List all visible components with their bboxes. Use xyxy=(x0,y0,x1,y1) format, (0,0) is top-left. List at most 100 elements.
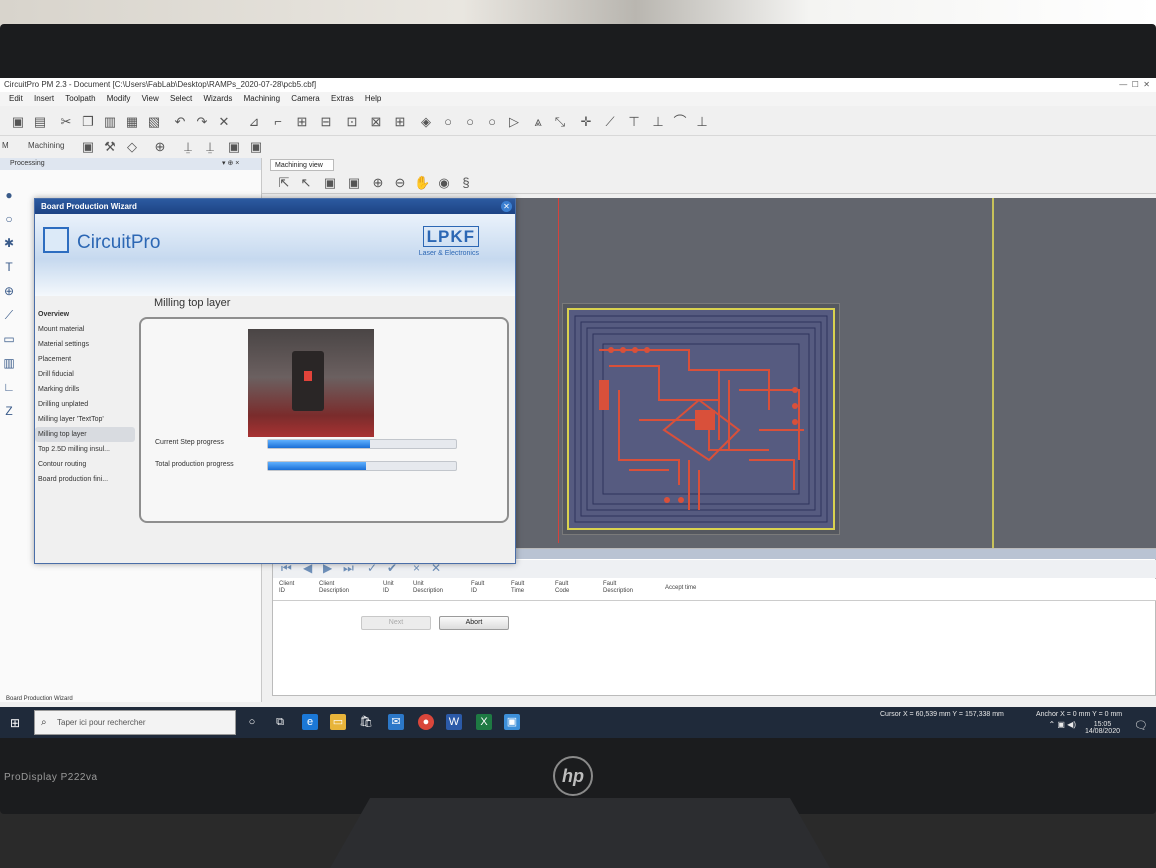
ellipse-tool-icon[interactable]: ○ xyxy=(0,212,18,236)
pointer-icon[interactable]: ⇱ xyxy=(276,175,292,191)
menu-select[interactable]: Select xyxy=(170,94,192,103)
cortana-icon[interactable]: ○ xyxy=(244,714,260,730)
next-button[interactable]: Next xyxy=(361,616,431,630)
menu-edit[interactable]: Edit xyxy=(9,94,23,103)
col-client-id[interactable]: Client ID xyxy=(279,581,294,595)
cut-icon[interactable]: ✂ xyxy=(58,114,74,130)
zoom-in-icon[interactable]: ⊕ xyxy=(370,175,386,191)
excel-icon[interactable]: X xyxy=(476,714,492,730)
zoom-tool-icon[interactable]: Z xyxy=(0,404,18,428)
corner-tool-icon[interactable]: ⌐ xyxy=(270,114,286,130)
notifications-icon[interactable]: 🗨 xyxy=(1134,719,1148,732)
step-contour-routing[interactable]: Contour routing xyxy=(35,457,135,472)
panel-pin-icon[interactable]: ▾ ⊕ × xyxy=(222,158,239,170)
arc-icon[interactable]: ⌒ xyxy=(672,114,688,130)
select-arrow-icon[interactable]: ↖ xyxy=(298,175,314,191)
chart-tool-icon[interactable]: ▥ xyxy=(0,356,18,380)
menu-modify[interactable]: Modify xyxy=(107,94,131,103)
step-material-settings[interactable]: Material settings xyxy=(35,337,135,352)
paste-icon[interactable]: ▥ xyxy=(102,114,118,130)
abort-button[interactable]: Abort xyxy=(439,616,509,630)
system-tray-icons[interactable]: ⌃ ▣ ◀) xyxy=(1048,720,1076,729)
col-fault-time[interactable]: Fault Time xyxy=(511,581,524,595)
zoom-out-icon[interactable]: ⊖ xyxy=(392,175,408,191)
menu-help[interactable]: Help xyxy=(365,94,381,103)
chrome-icon[interactable]: ● xyxy=(418,714,434,730)
step-milling-top-layer[interactable]: Milling top layer xyxy=(35,427,135,442)
target-tool-icon[interactable]: ⊕ xyxy=(0,284,18,308)
zoom-fit-icon[interactable]: ▣ xyxy=(346,175,362,191)
word-icon[interactable]: W xyxy=(446,714,462,730)
menu-view[interactable]: View xyxy=(142,94,159,103)
camera-icon[interactable]: ▣ xyxy=(226,139,242,155)
machine-icon[interactable]: ▣ xyxy=(80,139,96,155)
zoom-window-icon[interactable]: ▣ xyxy=(322,175,338,191)
step-drilling-unplated[interactable]: Drilling unplated xyxy=(35,397,135,412)
line-tool-icon[interactable]: ⟋ xyxy=(0,308,18,332)
circle-tool-icon[interactable]: ● xyxy=(0,188,18,212)
edge-icon[interactable]: e xyxy=(302,714,318,730)
store-icon[interactable]: 🛍 xyxy=(358,714,374,730)
delete-icon[interactable]: ✕ xyxy=(216,114,232,130)
tracks-icon[interactable]: ⊟ xyxy=(318,114,334,130)
menu-machining[interactable]: Machining xyxy=(244,94,280,103)
col-fault-description[interactable]: Fault Description xyxy=(603,581,633,595)
task-view-icon[interactable]: ⧉ xyxy=(272,714,288,730)
menu-toolpath[interactable]: Toolpath xyxy=(65,94,95,103)
arrow-shape-icon[interactable]: ▷ xyxy=(506,114,522,130)
step-placement[interactable]: Placement xyxy=(35,352,135,367)
select-tool-icon[interactable]: ⊿ xyxy=(246,114,262,130)
measure-icon[interactable]: ⊥ xyxy=(694,114,710,130)
pan-icon[interactable]: ✋ xyxy=(414,175,430,191)
step-board-production-finished[interactable]: Board production fini... xyxy=(35,472,135,487)
dimension-icon[interactable]: ⊤ xyxy=(626,114,642,130)
text-tool-icon[interactable]: T xyxy=(0,260,18,284)
drill-icon[interactable]: ⍊ xyxy=(180,139,196,155)
open-icon[interactable]: ▣ xyxy=(10,114,26,130)
menu-insert[interactable]: Insert xyxy=(34,94,54,103)
circle-icon[interactable]: ○ xyxy=(440,114,456,130)
step-mount-material[interactable]: Mount material xyxy=(35,322,135,337)
drill-2-icon[interactable]: ⍊ xyxy=(202,139,218,155)
step-drill-fiducial[interactable]: Drill fiducial xyxy=(35,367,135,382)
menu-camera[interactable]: Camera xyxy=(291,94,319,103)
print-preview-icon[interactable]: ▦ xyxy=(124,114,140,130)
circle-3-icon[interactable]: ○ xyxy=(484,114,500,130)
menu-wizards[interactable]: Wizards xyxy=(203,94,232,103)
group-icon[interactable]: ⊡ xyxy=(344,114,360,130)
step-overview[interactable]: Overview xyxy=(35,307,135,322)
align-icon[interactable]: ⊞ xyxy=(392,114,408,130)
mail-icon[interactable]: ✉ xyxy=(388,714,404,730)
window-controls[interactable]: — ☐ ✕ xyxy=(1119,78,1150,92)
scale-icon[interactable]: ⤡ xyxy=(552,114,568,130)
dimension-2-icon[interactable]: ⊥ xyxy=(650,114,666,130)
circle-2-icon[interactable]: ○ xyxy=(462,114,478,130)
tab-machining-view[interactable]: Machining view xyxy=(270,159,334,171)
file-explorer-icon[interactable]: ▭ xyxy=(330,714,346,730)
camera-2-icon[interactable]: ▣ xyxy=(248,139,264,155)
crosshair-icon[interactable]: ⊕ xyxy=(152,139,168,155)
rect-tool-icon[interactable]: ▭ xyxy=(0,332,18,356)
move-icon[interactable]: ✛ xyxy=(578,114,594,130)
view-options-icon[interactable]: § xyxy=(458,175,474,191)
col-client-description[interactable]: Client Description xyxy=(319,581,349,595)
line-icon[interactable]: ⟋ xyxy=(602,114,618,130)
windows-start-icon[interactable]: ⊞ xyxy=(10,716,20,730)
step-marking-drills[interactable]: Marking drills xyxy=(35,382,135,397)
close-icon[interactable]: ✕ xyxy=(501,201,512,212)
fill-icon[interactable]: ◈ xyxy=(418,114,434,130)
col-fault-id[interactable]: Fault ID xyxy=(471,581,484,595)
col-unit-description[interactable]: Unit Description xyxy=(413,581,443,595)
mirror-icon[interactable]: ⩓ xyxy=(530,114,546,130)
col-unit-id[interactable]: Unit ID xyxy=(383,581,394,595)
undo-icon[interactable]: ↶ xyxy=(172,114,188,130)
col-accept-time[interactable]: Accept time xyxy=(665,585,696,592)
pads-icon[interactable]: ⊞ xyxy=(294,114,310,130)
circuitpro-taskbar-icon[interactable]: ▣ xyxy=(504,714,520,730)
taskbar-search[interactable]: ⌕ Taper ici pour rechercher xyxy=(34,710,236,735)
copy-icon[interactable]: ❐ xyxy=(80,114,96,130)
redo-icon[interactable]: ↷ xyxy=(194,114,210,130)
angle-tool-icon[interactable]: ∟ xyxy=(0,380,18,404)
clock[interactable]: 15:05 14/08/2020 xyxy=(1085,721,1120,735)
menu-extras[interactable]: Extras xyxy=(331,94,354,103)
